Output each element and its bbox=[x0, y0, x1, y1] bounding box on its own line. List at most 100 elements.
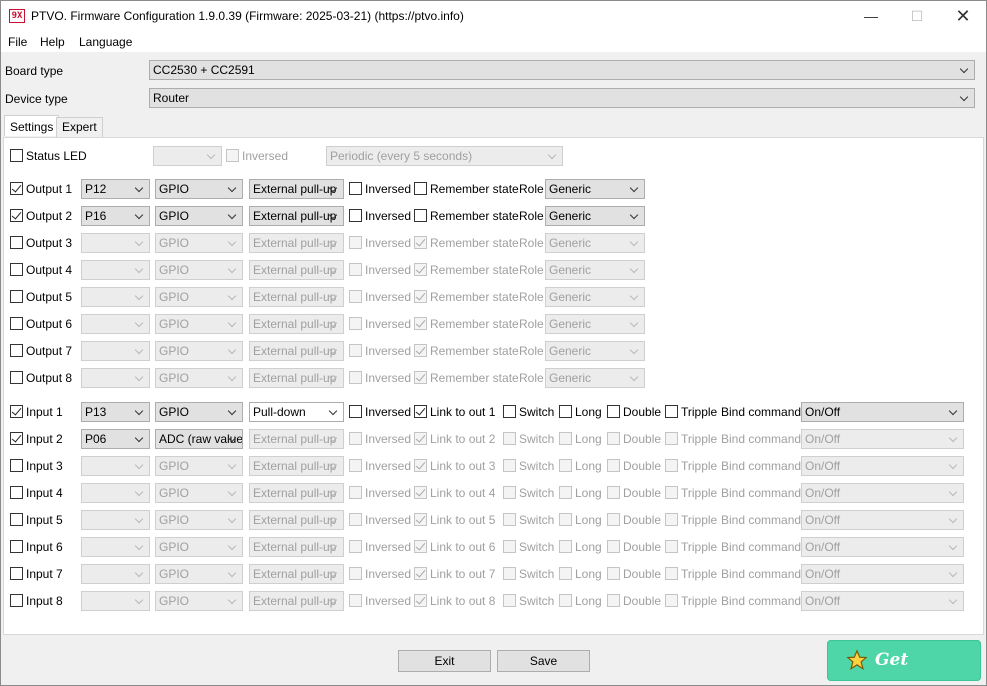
input-pin-select[interactable] bbox=[81, 537, 150, 557]
device-type-select[interactable]: Router bbox=[149, 88, 975, 108]
output-role-select[interactable]: Generic bbox=[545, 233, 645, 253]
input-double-checkbox[interactable] bbox=[607, 486, 620, 499]
output-pin-select[interactable] bbox=[81, 341, 150, 361]
input-mode-select[interactable]: GPIO bbox=[155, 537, 243, 557]
output-inversed-checkbox[interactable] bbox=[349, 182, 362, 195]
input-tripple-checkbox[interactable] bbox=[665, 432, 678, 445]
input-inversed-checkbox[interactable] bbox=[349, 405, 362, 418]
input-link-checkbox[interactable] bbox=[414, 513, 427, 526]
input-pull-select[interactable]: External pull-up bbox=[249, 429, 344, 449]
output-inversed-checkbox[interactable] bbox=[349, 344, 362, 357]
output-remember-checkbox[interactable] bbox=[414, 290, 427, 303]
input-link-checkbox[interactable] bbox=[414, 432, 427, 445]
input-long-checkbox[interactable] bbox=[559, 432, 572, 445]
input-enable-checkbox[interactable] bbox=[10, 432, 23, 445]
output-remember-checkbox[interactable] bbox=[414, 236, 427, 249]
output-enable-checkbox[interactable] bbox=[10, 209, 23, 222]
output-inversed-checkbox[interactable] bbox=[349, 317, 362, 330]
output-role-select[interactable]: Generic bbox=[545, 206, 645, 226]
output-remember-checkbox[interactable] bbox=[414, 182, 427, 195]
input-switch-checkbox[interactable] bbox=[503, 486, 516, 499]
board-type-select[interactable]: CC2530 + CC2591 bbox=[149, 60, 975, 80]
input-pin-select[interactable]: P13 bbox=[81, 402, 150, 422]
get-premium-button[interactable]: Get Premium bbox=[827, 640, 981, 681]
input-mode-select[interactable]: GPIO bbox=[155, 591, 243, 611]
output-pull-select[interactable]: External pull-up bbox=[249, 368, 344, 388]
input-pull-select[interactable]: External pull-up bbox=[249, 591, 344, 611]
input-pull-select[interactable]: External pull-up bbox=[249, 510, 344, 530]
output-pull-select[interactable]: External pull-up bbox=[249, 314, 344, 334]
output-mode-select[interactable]: GPIO bbox=[155, 206, 243, 226]
input-pin-select[interactable] bbox=[81, 510, 150, 530]
minimize-button[interactable]: — bbox=[848, 1, 894, 32]
input-pin-select[interactable] bbox=[81, 456, 150, 476]
input-mode-select[interactable]: ADC (raw value) bbox=[155, 429, 243, 449]
input-enable-checkbox[interactable] bbox=[10, 567, 23, 580]
output-enable-checkbox[interactable] bbox=[10, 290, 23, 303]
input-tripple-checkbox[interactable] bbox=[665, 594, 678, 607]
input-link-checkbox[interactable] bbox=[414, 405, 427, 418]
output-role-select[interactable]: Generic bbox=[545, 179, 645, 199]
output-remember-checkbox[interactable] bbox=[414, 263, 427, 276]
output-inversed-checkbox[interactable] bbox=[349, 236, 362, 249]
output-enable-checkbox[interactable] bbox=[10, 263, 23, 276]
input-tripple-checkbox[interactable] bbox=[665, 459, 678, 472]
output-pull-select[interactable]: External pull-up bbox=[249, 260, 344, 280]
output-pull-select[interactable]: External pull-up bbox=[249, 206, 344, 226]
input-inversed-checkbox[interactable] bbox=[349, 594, 362, 607]
input-tripple-checkbox[interactable] bbox=[665, 405, 678, 418]
output-mode-select[interactable]: GPIO bbox=[155, 341, 243, 361]
input-inversed-checkbox[interactable] bbox=[349, 432, 362, 445]
input-switch-checkbox[interactable] bbox=[503, 432, 516, 445]
status-led-pin-select[interactable] bbox=[153, 146, 222, 166]
output-remember-checkbox[interactable] bbox=[414, 317, 427, 330]
output-mode-select[interactable]: GPIO bbox=[155, 287, 243, 307]
input-switch-checkbox[interactable] bbox=[503, 540, 516, 553]
input-mode-select[interactable]: GPIO bbox=[155, 483, 243, 503]
output-inversed-checkbox[interactable] bbox=[349, 290, 362, 303]
output-pull-select[interactable]: External pull-up bbox=[249, 179, 344, 199]
status-led-inversed-checkbox[interactable] bbox=[226, 149, 239, 162]
input-pin-select[interactable] bbox=[81, 564, 150, 584]
input-double-checkbox[interactable] bbox=[607, 513, 620, 526]
status-led-mode-select[interactable]: Periodic (every 5 seconds) bbox=[326, 146, 563, 166]
input-inversed-checkbox[interactable] bbox=[349, 459, 362, 472]
input-double-checkbox[interactable] bbox=[607, 405, 620, 418]
input-pull-select[interactable]: Pull-down bbox=[249, 402, 344, 422]
input-pull-select[interactable]: External pull-up bbox=[249, 537, 344, 557]
input-enable-checkbox[interactable] bbox=[10, 513, 23, 526]
output-mode-select[interactable]: GPIO bbox=[155, 260, 243, 280]
input-double-checkbox[interactable] bbox=[607, 432, 620, 445]
input-bind-select[interactable]: On/Off bbox=[801, 402, 964, 422]
input-bind-select[interactable]: On/Off bbox=[801, 591, 964, 611]
input-enable-checkbox[interactable] bbox=[10, 405, 23, 418]
input-double-checkbox[interactable] bbox=[607, 540, 620, 553]
input-mode-select[interactable]: GPIO bbox=[155, 564, 243, 584]
input-switch-checkbox[interactable] bbox=[503, 405, 516, 418]
input-switch-checkbox[interactable] bbox=[503, 594, 516, 607]
output-remember-checkbox[interactable] bbox=[414, 209, 427, 222]
input-long-checkbox[interactable] bbox=[559, 459, 572, 472]
input-enable-checkbox[interactable] bbox=[10, 594, 23, 607]
input-link-checkbox[interactable] bbox=[414, 540, 427, 553]
input-link-checkbox[interactable] bbox=[414, 594, 427, 607]
menu-language[interactable]: Language bbox=[79, 35, 132, 49]
input-long-checkbox[interactable] bbox=[559, 513, 572, 526]
input-link-checkbox[interactable] bbox=[414, 486, 427, 499]
input-long-checkbox[interactable] bbox=[559, 567, 572, 580]
input-switch-checkbox[interactable] bbox=[503, 567, 516, 580]
input-inversed-checkbox[interactable] bbox=[349, 513, 362, 526]
input-enable-checkbox[interactable] bbox=[10, 540, 23, 553]
output-pull-select[interactable]: External pull-up bbox=[249, 341, 344, 361]
output-pin-select[interactable] bbox=[81, 260, 150, 280]
output-pull-select[interactable]: External pull-up bbox=[249, 233, 344, 253]
output-role-select[interactable]: Generic bbox=[545, 314, 645, 334]
input-enable-checkbox[interactable] bbox=[10, 459, 23, 472]
menu-help[interactable]: Help bbox=[40, 35, 65, 49]
input-link-checkbox[interactable] bbox=[414, 567, 427, 580]
tab-settings[interactable]: Settings bbox=[4, 115, 60, 136]
output-inversed-checkbox[interactable] bbox=[349, 209, 362, 222]
exit-button[interactable]: Exit bbox=[398, 650, 491, 672]
output-enable-checkbox[interactable] bbox=[10, 344, 23, 357]
input-mode-select[interactable]: GPIO bbox=[155, 456, 243, 476]
